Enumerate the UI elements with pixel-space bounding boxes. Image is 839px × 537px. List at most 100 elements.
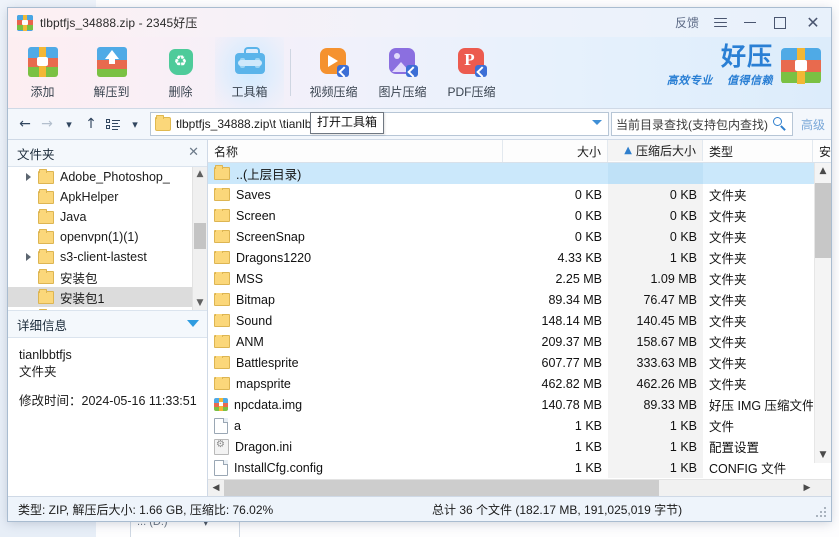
details-panel-title: 详细信息 (17, 318, 68, 333)
column-header-packed[interactable]: ▲ 压缩后大小 (608, 140, 703, 161)
expand-arrow-icon[interactable] (26, 253, 31, 261)
caret-down-icon[interactable] (187, 320, 199, 327)
cell-type: 文件 (709, 420, 735, 434)
vertical-scrollbar-thumb[interactable] (815, 183, 831, 258)
file-list-rows[interactable]: ..(上层目录) Saves 0 KB 0 KB 文件夹 Screen 0 KB… (208, 163, 831, 479)
folder-tree[interactable]: Adobe_Photoshop_ ApkHelper Java openvpn(… (8, 167, 207, 310)
folder-icon (214, 208, 230, 222)
file-list-vertical-scrollbar[interactable]: ▲ ▼ (814, 163, 831, 463)
close-button[interactable]: ✕ (795, 8, 831, 37)
cell-name: Dragons1220 (208, 250, 503, 265)
folder-icon (214, 292, 230, 306)
chevron-up-icon[interactable]: ▲ (815, 163, 831, 179)
cell-name: Dragon.ini (208, 438, 503, 455)
chevron-up-icon[interactable]: ▲ (193, 167, 207, 181)
cell-size: 148.14 MB (541, 313, 602, 328)
hamburger-menu-icon[interactable] (705, 8, 735, 37)
tree-item[interactable]: openvpn(1)(1) (8, 227, 207, 247)
file-list-horizontal-scrollbar[interactable]: ◀ ▶ (208, 479, 831, 496)
advanced-search-link[interactable]: 高级 (795, 116, 831, 133)
tree-item-label: Adobe_Photoshop_ (60, 170, 170, 184)
table-row[interactable]: Saves 0 KB 0 KB 文件夹 20: (208, 184, 831, 205)
chevron-right-icon[interactable]: ▶ (799, 480, 815, 496)
cell-size: 89.34 MB (548, 292, 602, 307)
column-header-size[interactable]: 大小 (503, 140, 608, 162)
tree-item[interactable]: Adobe_Photoshop_ (8, 167, 207, 187)
folder-icon (214, 355, 230, 369)
toolbar-label-add: 添加 (30, 85, 55, 99)
expand-arrow-icon[interactable] (26, 173, 31, 181)
toolbar-button-toolbox[interactable]: 工具箱 (215, 37, 284, 108)
cell-type: 文件夹 (709, 273, 747, 287)
column-header-type[interactable]: 类型 (703, 140, 813, 162)
column-header-name[interactable]: 名称 (208, 140, 503, 162)
horizontal-scrollbar-thumb[interactable] (224, 480, 659, 496)
table-row[interactable]: ANM 209.37 MB 158.67 MB 文件夹 20: (208, 331, 831, 352)
close-icon[interactable]: ✕ (188, 145, 199, 160)
table-row[interactable]: Dragon.ini 1 KB 1 KB 配置设置 20 (208, 436, 831, 457)
chevron-down-icon[interactable]: ▾ (58, 112, 80, 136)
cell-packed: 0 KB (608, 226, 703, 247)
toolbar-button-pdf-compress[interactable]: P PDF压缩 (437, 37, 506, 108)
details-panel-body: tianlbbtfjs 文件夹 修改时间：2024-05-16 11:33:51 (8, 338, 207, 496)
arrow-right-icon[interactable]: → (36, 112, 58, 136)
folder-icon (214, 313, 230, 327)
toolbar-button-image-compress[interactable]: 图片压缩 (368, 37, 437, 108)
search-icon[interactable] (772, 116, 787, 131)
cell-name: Screen (208, 208, 503, 223)
list-view-icon[interactable] (102, 112, 124, 136)
zip-archive-icon (17, 14, 33, 31)
table-row[interactable]: Bitmap 89.34 MB 76.47 MB 文件夹 20: (208, 289, 831, 310)
tree-item[interactable]: s3-client-lastest (8, 247, 207, 267)
view-options-chevron-down-icon[interactable]: ▾ (124, 112, 146, 136)
cell-type: 文件夹 (709, 357, 747, 371)
resize-grip[interactable] (816, 507, 828, 519)
tree-item[interactable]: 安卓翻包 (8, 307, 207, 310)
tree-item[interactable]: Java (8, 207, 207, 227)
cell-name: Battlesprite (208, 355, 503, 370)
screen: ... (D:) ▾ tlbptfjs_34888.zip - 2345好压 反… (0, 0, 839, 537)
minimize-button[interactable] (735, 8, 765, 37)
sidebar: 文件夹 ✕ Adobe_Photoshop_ ApkHelper Java op… (8, 140, 208, 496)
table-row[interactable]: Dragons1220 4.33 KB 1 KB 文件夹 20: (208, 247, 831, 268)
caret-down-icon[interactable] (591, 120, 602, 125)
table-row[interactable]: ScreenSnap 0 KB 0 KB 文件夹 20: (208, 226, 831, 247)
table-row[interactable]: mapsprite 462.82 MB 462.26 MB 文件夹 20: (208, 373, 831, 394)
arrow-up-icon[interactable]: ↑ (80, 112, 102, 136)
ini-file-icon (214, 438, 229, 455)
toolbar-button-add[interactable]: 添加 (8, 37, 77, 108)
search-input[interactable]: 当前目录查找(支持包内查找) (610, 112, 793, 136)
toolbar-button-extract[interactable]: 解压到 (77, 37, 146, 108)
toolbox-icon (233, 45, 267, 79)
table-row[interactable]: InstallCfg.config 1 KB 1 KB CONFIG 文件 20 (208, 457, 831, 478)
cell-name: mapsprite (208, 376, 503, 391)
maximize-button[interactable] (765, 8, 795, 37)
toolbar-button-delete[interactable]: ♻ 删除 (146, 37, 215, 108)
toolbar-button-video-compress[interactable]: 视频压缩 (299, 37, 368, 108)
cell-type: 配置设置 (709, 441, 760, 455)
table-row[interactable]: Sound 148.14 MB 140.45 MB 文件夹 20: (208, 310, 831, 331)
brand-sub-left: 高效专业 (666, 75, 713, 87)
chevron-down-icon[interactable]: ▼ (193, 296, 207, 310)
tree-scrollbar-thumb[interactable] (194, 223, 206, 249)
table-row[interactable]: Screen 0 KB 0 KB 文件夹 20: (208, 205, 831, 226)
table-row[interactable]: MSS 2.25 MB 1.09 MB 文件夹 20: (208, 268, 831, 289)
table-row[interactable]: Battlesprite 607.77 MB 333.63 MB 文件夹 20: (208, 352, 831, 373)
tree-item-selected[interactable]: 安装包1 (8, 287, 207, 307)
table-row[interactable]: npcdata.img 140.78 MB 89.33 MB 好压 IMG 压缩… (208, 394, 831, 415)
tree-item[interactable]: 安装包 (8, 267, 207, 287)
cell-size: 1 KB (574, 418, 602, 433)
chevron-left-icon[interactable]: ◀ (208, 480, 224, 496)
file-icon (214, 417, 228, 434)
details-panel-header[interactable]: 详细信息 (8, 311, 207, 338)
tree-scrollbar[interactable]: ▲ ▼ (192, 167, 207, 310)
table-row[interactable]: ..(上层目录) (208, 163, 831, 184)
table-row[interactable]: a 1 KB 1 KB 文件 20 (208, 415, 831, 436)
tree-item[interactable]: ApkHelper (8, 187, 207, 207)
arrow-left-icon[interactable]: ← (14, 112, 36, 136)
feedback-button[interactable]: 反馈 (669, 14, 705, 31)
cell-packed: 89.33 MB (608, 394, 703, 415)
column-header-security[interactable]: 安全 (813, 140, 831, 162)
chevron-down-icon[interactable]: ▼ (815, 447, 831, 463)
zip-archive-icon (214, 398, 228, 411)
